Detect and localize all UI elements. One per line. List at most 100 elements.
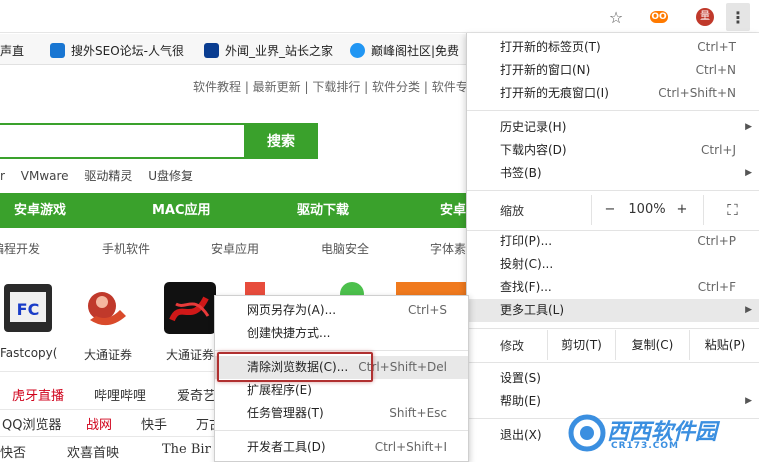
submenu-item-shortcut: Ctrl+Shift+I: [374, 440, 447, 454]
link-item[interactable]: The Bir: [162, 442, 211, 457]
submenu-item-extensions[interactable]: 扩展程序(E): [215, 379, 468, 402]
search-input[interactable]: [0, 123, 244, 159]
submenu-item-task-manager[interactable]: 任务管理器(T) Shift+Esc: [215, 402, 468, 425]
nav-item[interactable]: 安卓游戏: [14, 193, 66, 228]
app-label[interactable]: 大通证券: [84, 346, 132, 363]
menu-item-downloads[interactable]: 下载内容(D) Ctrl+J: [467, 139, 759, 162]
menu-item-help[interactable]: 帮助(E) ▶: [467, 390, 759, 413]
menu-item-history[interactable]: 历史记录(H) ▶: [467, 116, 759, 139]
link-item[interactable]: 战网: [86, 414, 112, 433]
highlight-annotation-box: [217, 352, 373, 382]
search-button[interactable]: 搜索: [244, 123, 318, 159]
link-item[interactable]: 欢喜首映: [67, 442, 119, 461]
menu-item-shortcut: Ctrl+F: [697, 280, 736, 294]
menu-item-label: 打印(P)...: [500, 234, 553, 248]
app-label[interactable]: 大通证券: [166, 346, 214, 363]
extension-icon[interactable]: OO: [648, 6, 670, 28]
submenu-arrow-icon: ▶: [745, 168, 752, 178]
submenu-item-label: 网页另存为(A)...: [247, 303, 337, 317]
hot-keyword-link[interactable]: VMware: [21, 169, 69, 183]
edit-label: 修改: [500, 339, 525, 353]
copy-button[interactable]: 复制(C): [615, 330, 689, 360]
link-item[interactable]: 爱奇艺: [177, 385, 216, 404]
menu-item-cast[interactable]: 投射(C)...: [467, 253, 759, 276]
chrome-menu-button[interactable]: ⋮: [726, 3, 750, 31]
nav-item[interactable]: 驱动下载: [297, 193, 349, 228]
submenu-item-developer-tools[interactable]: 开发者工具(D) Ctrl+Shift+I: [215, 436, 468, 459]
menu-item-label: 书签(B): [500, 166, 542, 180]
link-item[interactable]: 哔哩哔哩: [94, 385, 146, 404]
paste-button[interactable]: 粘贴(P): [689, 330, 759, 360]
sub-nav-item[interactable]: 编程开发: [0, 240, 40, 257]
sub-nav-item[interactable]: 电脑安全: [321, 240, 369, 257]
bookmark-label: 搜外SEO论坛-人气很: [71, 43, 184, 58]
site-top-links[interactable]: 软件教程 | 最新更新 | 下载排行 | 软件分类 | 软件专题: [193, 78, 480, 95]
sub-category-nav: 编程开发 手机软件 安卓应用 电脑安全 字体素材: [0, 240, 478, 260]
bookmark-favicon-icon: [50, 42, 65, 58]
zoom-level: 100%: [628, 202, 666, 217]
bookmark-favicon-icon: [350, 42, 365, 58]
menu-separator: [215, 350, 468, 351]
site-watermark: 西西软件园 CR173.COM: [567, 413, 737, 455]
app-label[interactable]: Fastcopy(: [0, 346, 57, 360]
zoom-out-button[interactable]: −: [591, 195, 627, 225]
menu-item-new-window[interactable]: 打开新的窗口(N) Ctrl+N: [467, 59, 759, 82]
menu-separator: [467, 110, 759, 111]
chrome-main-menu: 打开新的标签页(T) Ctrl+T 打开新的窗口(N) Ctrl+N 打开新的无…: [466, 33, 759, 462]
link-item[interactable]: 虎牙直播: [12, 385, 64, 404]
bookmark-item[interactable]: 声声直: [0, 41, 24, 59]
menu-item-shortcut: Ctrl+Shift+N: [658, 86, 736, 100]
sub-nav-item[interactable]: 安卓应用: [211, 240, 259, 257]
bookmark-item[interactable]: 搜外SEO论坛-人气很: [50, 41, 184, 59]
hot-keyword-link[interactable]: r: [0, 169, 5, 183]
nav-item[interactable]: MAC应用: [152, 193, 211, 228]
menu-item-print[interactable]: 打印(P)... Ctrl+P: [467, 230, 759, 253]
hot-keyword-link[interactable]: U盘修复: [148, 169, 193, 183]
hot-keywords: r VMware 驱动精灵 U盘修复: [0, 167, 205, 184]
category-nav: 安卓游戏 MAC应用 驱动下载 安卓: [0, 193, 466, 228]
datong-app-icon[interactable]: [80, 280, 136, 336]
minus-icon: −: [604, 202, 616, 217]
menu-item-label: 打开新的窗口(N): [500, 63, 591, 77]
fastcopy-app-icon[interactable]: FC: [0, 280, 56, 336]
nav-item[interactable]: 安卓: [440, 193, 466, 228]
zoom-row: 缩放 − 100% + ⛶: [467, 195, 759, 225]
link-item[interactable]: QQ浏览器: [2, 414, 61, 433]
menu-item-label: 打开新的无痕窗口(I): [500, 86, 609, 100]
menu-item-incognito[interactable]: 打开新的无痕窗口(I) Ctrl+Shift+N: [467, 82, 759, 105]
edit-row: 修改 剪切(T) 复制(C) 粘贴(P): [467, 330, 759, 360]
fullscreen-button[interactable]: ⛶: [703, 195, 759, 225]
menu-item-bookmarks[interactable]: 书签(B) ▶: [467, 162, 759, 185]
menu-item-shortcut: Ctrl+J: [701, 143, 736, 157]
sub-nav-item[interactable]: 手机软件: [102, 240, 150, 257]
menu-item-label: 设置(S): [500, 371, 541, 385]
submenu-arrow-icon: ▶: [745, 396, 752, 406]
fullscreen-icon: ⛶: [727, 201, 738, 219]
cut-button[interactable]: 剪切(T): [547, 330, 615, 360]
menu-item-more-tools[interactable]: 更多工具(L) ▶: [467, 299, 759, 322]
submenu-item-label: 创建快捷方式...: [247, 326, 331, 340]
submenu-item-label: 扩展程序(E): [247, 383, 312, 397]
submenu-item-create-shortcut[interactable]: 创建快捷方式...: [215, 322, 468, 345]
submenu-item-save-page[interactable]: 网页另存为(A)... Ctrl+S: [215, 299, 468, 322]
browser-toolbar: ☆ OO 量 ⋮: [0, 0, 759, 33]
profile-avatar[interactable]: 量: [694, 6, 716, 28]
avatar-icon: 量: [696, 8, 714, 26]
datong-red-app-icon[interactable]: [162, 280, 218, 336]
submenu-item-label: 开发者工具(D): [247, 440, 326, 454]
extension-badge: OO: [650, 11, 668, 23]
link-item[interactable]: 快手: [141, 414, 167, 433]
bookmark-item[interactable]: 外闻_业界_站长之家: [204, 41, 333, 59]
bookmark-star-icon[interactable]: ☆: [605, 6, 627, 28]
menu-item-new-tab[interactable]: 打开新的标签页(T) Ctrl+T: [467, 36, 759, 59]
menu-item-label: 帮助(E): [500, 394, 541, 408]
menu-item-shortcut: Ctrl+N: [695, 63, 736, 77]
link-item[interactable]: 快否: [0, 442, 26, 461]
bookmark-item[interactable]: 巅峰阁社区|免费: [350, 41, 459, 59]
zoom-label: 缩放: [500, 204, 525, 218]
zoom-in-button[interactable]: +: [667, 195, 697, 225]
menu-item-label: 下载内容(D): [500, 143, 567, 157]
menu-item-settings[interactable]: 设置(S): [467, 367, 759, 390]
menu-item-find[interactable]: 查找(F)... Ctrl+F: [467, 276, 759, 299]
hot-keyword-link[interactable]: 驱动精灵: [84, 169, 132, 183]
